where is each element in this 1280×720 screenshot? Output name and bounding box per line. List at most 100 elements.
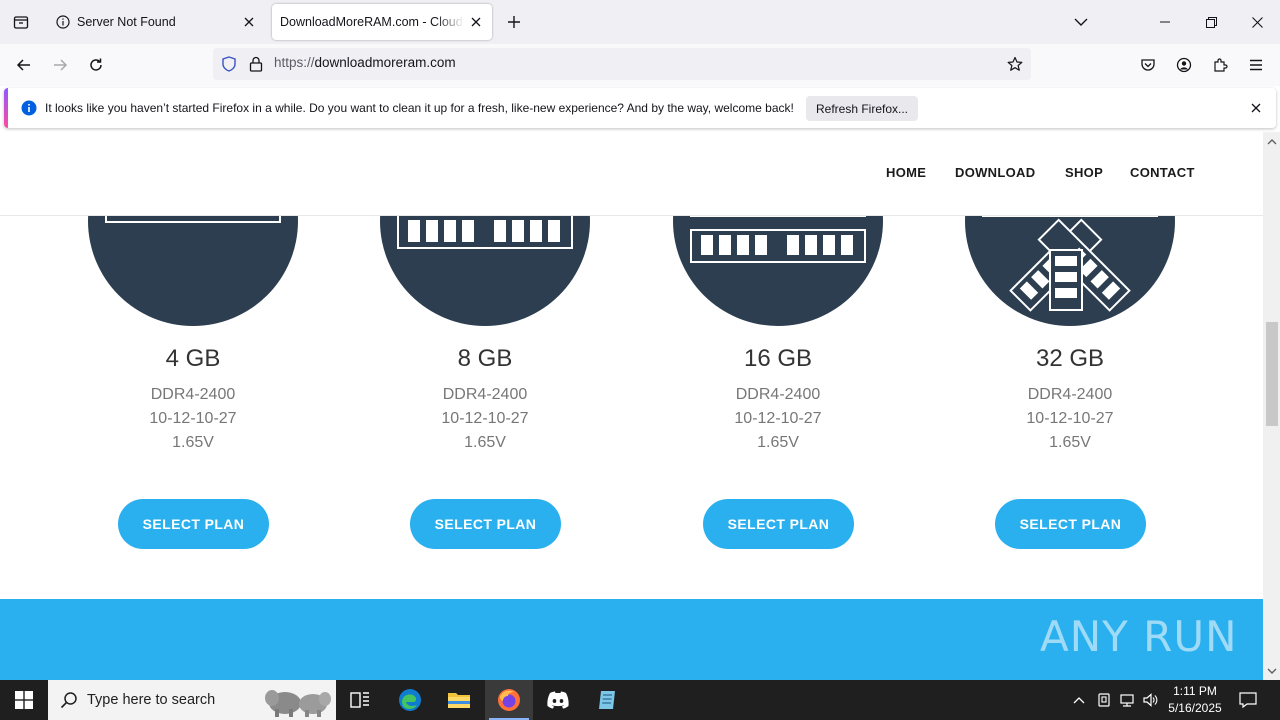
- plan-voltage: 1.65V: [464, 434, 506, 451]
- plan-voltage: 1.65V: [757, 434, 799, 451]
- taskbar-edge[interactable]: [386, 680, 434, 720]
- search-icon: [60, 691, 78, 714]
- address-bar[interactable]: https://downloadmoreram.com: [213, 48, 1031, 80]
- menu-button[interactable]: [1241, 50, 1271, 80]
- windows-logo-icon: [15, 691, 33, 709]
- list-all-tabs-button[interactable]: [1058, 0, 1104, 44]
- restore-icon: [1205, 16, 1217, 28]
- usb-device-icon: [1098, 693, 1110, 707]
- puzzle-icon: [1214, 58, 1228, 72]
- chevron-down-icon: [1074, 18, 1088, 26]
- notepad-icon: [599, 691, 615, 709]
- select-plan-button[interactable]: SELECT PLAN: [410, 499, 561, 549]
- select-plan-button[interactable]: SELECT PLAN: [995, 499, 1146, 549]
- taskbar-notepad[interactable]: [583, 680, 631, 720]
- folder-icon: [448, 693, 470, 708]
- windows-taskbar: Type here to search 1:11 PM 5/16/2025: [0, 680, 1280, 720]
- plan-ram-type: DDR4-2400: [735, 386, 821, 403]
- task-view-button[interactable]: [336, 680, 384, 720]
- firefox-view-button[interactable]: [0, 0, 42, 44]
- task-view-icon: [350, 692, 369, 708]
- plan-timings: 10-12-10-27: [441, 410, 529, 427]
- tab-server-not-found[interactable]: Server Not Found: [43, 0, 265, 44]
- account-icon: [1176, 57, 1192, 73]
- plan-voltage: 1.65V: [1049, 434, 1091, 451]
- info-icon: [55, 14, 71, 30]
- show-hidden-icons-button[interactable]: [1068, 680, 1090, 720]
- tab-downloadmoreram[interactable]: DownloadMoreRAM.com - CloudRAM 2.0: [272, 4, 492, 40]
- system-clock[interactable]: 1:11 PM 5/16/2025: [1160, 683, 1230, 717]
- taskbar-discord[interactable]: [534, 680, 582, 720]
- plan-ram-type: DDR4-2400: [150, 386, 236, 403]
- forward-button[interactable]: [45, 50, 75, 80]
- back-arrow-icon: [16, 59, 30, 71]
- close-notification-icon[interactable]: [1248, 100, 1264, 116]
- lock-icon[interactable]: [249, 56, 263, 77]
- plan-ram-type: DDR4-2400: [442, 386, 528, 403]
- select-plan-button[interactable]: SELECT PLAN: [118, 499, 269, 549]
- reload-button[interactable]: [81, 50, 111, 80]
- notification-center-button[interactable]: [1234, 680, 1262, 720]
- tab-bar: Server Not Found DownloadMoreRAM.com - C…: [0, 0, 1280, 44]
- close-window-button[interactable]: [1234, 0, 1280, 44]
- scroll-down-arrow-icon[interactable]: [1267, 666, 1277, 676]
- firefox-view-icon: [13, 16, 29, 29]
- taskbar-file-explorer[interactable]: [435, 680, 483, 720]
- plan-timings: 10-12-10-27: [1026, 410, 1114, 427]
- screen: Server Not Found DownloadMoreRAM.com - C…: [0, 0, 1280, 720]
- back-button[interactable]: [9, 50, 39, 80]
- plus-icon: [508, 16, 520, 28]
- discord-icon: [547, 691, 569, 709]
- scroll-up-arrow-icon[interactable]: [1267, 136, 1277, 146]
- close-tab-icon[interactable]: [464, 10, 488, 34]
- clock-time: 1:11 PM: [1173, 684, 1217, 698]
- volume-button[interactable]: [1139, 680, 1161, 720]
- tracking-protection-shield-icon[interactable]: [221, 56, 237, 77]
- nav-home-link[interactable]: HOME: [886, 165, 926, 180]
- nav-bar: https://downloadmoreram.com: [0, 44, 1280, 86]
- network-button[interactable]: [1116, 680, 1138, 720]
- nav-shop-link[interactable]: SHOP: [1065, 165, 1103, 180]
- scrollbar-thumb[interactable]: [1266, 322, 1278, 426]
- notification-message: It looks like you haven’t started Firefo…: [45, 101, 794, 115]
- pocket-button[interactable]: [1133, 50, 1163, 80]
- forward-arrow-icon: [54, 59, 68, 71]
- refresh-firefox-button[interactable]: Refresh Firefox...: [806, 96, 918, 121]
- extensions-button[interactable]: [1205, 50, 1235, 80]
- plan-timings: 10-12-10-27: [149, 410, 237, 427]
- bookmark-star-icon[interactable]: [1005, 54, 1025, 74]
- minimize-icon: [1160, 21, 1170, 23]
- tray-app-button[interactable]: [1093, 680, 1115, 720]
- restore-button[interactable]: [1188, 0, 1234, 44]
- taskbar-firefox[interactable]: [485, 680, 533, 720]
- close-icon: [1251, 16, 1263, 28]
- search-placeholder: Type here to search: [87, 692, 216, 708]
- network-icon: [1120, 694, 1134, 707]
- chevron-up-icon: [1073, 697, 1085, 704]
- plan-size: 8 GB: [457, 345, 513, 372]
- close-tab-icon[interactable]: [237, 10, 261, 34]
- reload-icon: [90, 58, 102, 71]
- minimize-button[interactable]: [1142, 0, 1188, 44]
- nav-contact-link[interactable]: CONTACT: [1130, 165, 1195, 180]
- page-scrollbar[interactable]: [1263, 132, 1280, 680]
- plan-size: 4 GB: [165, 345, 221, 372]
- hamburger-icon: [1250, 59, 1262, 71]
- new-tab-button[interactable]: [502, 10, 526, 34]
- info-icon: [21, 100, 37, 121]
- start-button[interactable]: [0, 680, 48, 720]
- plan-size: 16 GB: [743, 345, 813, 372]
- edge-icon: [399, 689, 421, 711]
- refresh-firefox-notification: It looks like you haven’t started Firefo…: [4, 88, 1276, 128]
- pocket-icon: [1141, 59, 1155, 71]
- plan-size: 32 GB: [1035, 345, 1105, 372]
- taskbar-search-box[interactable]: Type here to search: [48, 680, 336, 720]
- plan-timings: 10-12-10-27: [734, 410, 822, 427]
- notification-accent-bar: [4, 88, 8, 128]
- tab-title: DownloadMoreRAM.com - CloudRAM 2.0: [280, 15, 464, 29]
- nav-download-link[interactable]: DOWNLOAD: [955, 165, 1035, 180]
- account-button[interactable]: [1169, 50, 1199, 80]
- url-text[interactable]: https://downloadmoreram.com: [274, 55, 456, 70]
- select-plan-button[interactable]: SELECT PLAN: [703, 499, 854, 549]
- anyrun-watermark: ANY RUN: [1040, 612, 1238, 661]
